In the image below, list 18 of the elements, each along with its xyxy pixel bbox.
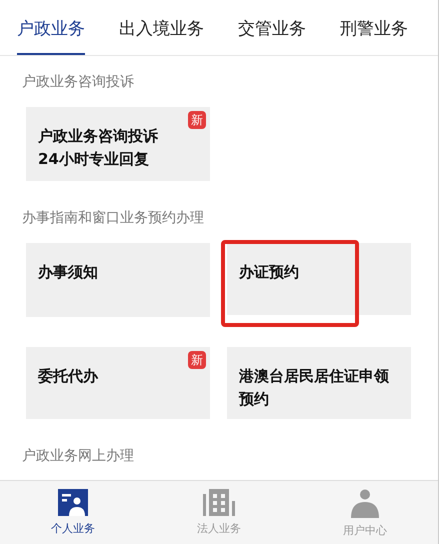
- tab[interactable]: 户政业务: [17, 0, 85, 55]
- new-badge: 新: [188, 111, 206, 129]
- new-badge: 新: [188, 351, 206, 369]
- service-card[interactable]: 港澳台居民居住证申领预约: [227, 347, 411, 419]
- tab[interactable]: 交管业务: [238, 0, 306, 55]
- section-title: 办事指南和窗口业务预约办理: [22, 209, 205, 227]
- tab[interactable]: 刑警业务: [340, 0, 408, 55]
- service-card[interactable]: 办证预约: [227, 243, 411, 315]
- nav-item[interactable]: 个人业务: [0, 481, 146, 544]
- service-card[interactable]: 办事须知: [26, 243, 210, 317]
- user-icon: [350, 489, 380, 518]
- service-card[interactable]: 户政业务咨询投诉 24小时专业回复 新: [26, 107, 210, 181]
- section-title: 户政业务咨询投诉: [22, 73, 135, 91]
- service-card[interactable]: 委托代办 新: [26, 347, 210, 419]
- tab[interactable]: 出入境业务: [119, 0, 204, 55]
- building-icon: [203, 489, 235, 516]
- id-card-icon: [58, 489, 88, 516]
- section-title: 户政业务网上办理: [22, 447, 135, 465]
